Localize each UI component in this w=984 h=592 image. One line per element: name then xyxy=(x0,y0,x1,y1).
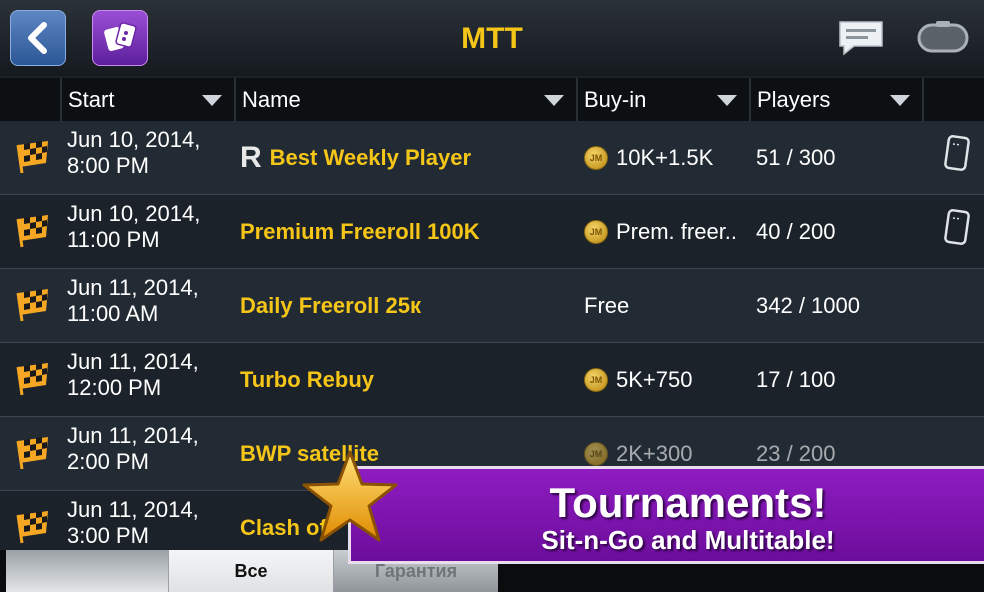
buyin: JM 5K+750 xyxy=(584,343,692,417)
table-row[interactable]: Jun 11, 2014, 12:00 PM Turbo Rebuy JM 5K… xyxy=(0,343,984,417)
start-time: Jun 11, 2014, 12:00 PM xyxy=(67,349,199,401)
start-date-text: Jun 10, 2014, xyxy=(67,127,201,152)
start-time: Jun 10, 2014, 8:00 PM xyxy=(67,127,200,179)
start-date-text: Jun 11, 2014, xyxy=(67,349,199,374)
buyin-text: 10K+1.5K xyxy=(616,145,714,170)
checkered-flag-icon xyxy=(16,511,48,544)
sort-triangle-icon xyxy=(202,95,222,106)
table-row[interactable]: Jun 10, 2014, 11:00 PM Premium Freeroll … xyxy=(0,195,984,269)
start-time-text: 12:00 PM xyxy=(67,375,162,400)
checkered-flag-icon xyxy=(16,437,48,470)
start-date-text: Jun 11, 2014, xyxy=(67,275,199,300)
column-label: Start xyxy=(68,87,115,112)
table-row[interactable]: Jun 11, 2014, 11:00 AM Daily Freeroll 25… xyxy=(0,269,984,343)
start-time-text: 8:00 PM xyxy=(67,153,149,178)
column-label: Name xyxy=(242,87,301,112)
coin-icon: JM xyxy=(584,368,608,392)
buyin-text: 5K+750 xyxy=(616,367,693,392)
start-date-text: Jun 11, 2014, xyxy=(67,497,199,522)
mobile-device-icon xyxy=(944,209,970,245)
mobile-device-icon xyxy=(944,135,970,171)
coin-icon: JM xyxy=(584,442,608,466)
promo-banner: Tournaments! Sit-n-Go and Multitable! xyxy=(348,466,984,564)
checkered-flag-icon xyxy=(16,289,48,322)
column-label: Players xyxy=(757,87,831,112)
start-date-text: Jun 10, 2014, xyxy=(67,201,201,226)
column-label: Buy-in xyxy=(584,87,647,112)
promo-subtitle: Sit-n-Go and Multitable! xyxy=(541,525,835,555)
column-header-buyin[interactable]: Buy-in xyxy=(576,78,749,121)
players-count: 17 / 100 xyxy=(756,367,836,392)
column-header-extra xyxy=(922,78,984,121)
start-time: Jun 11, 2014, 11:00 AM xyxy=(67,275,199,327)
tab-all[interactable]: Все xyxy=(168,550,334,592)
sort-triangle-icon xyxy=(544,95,564,106)
tournament-name: R Best Weekly Player xyxy=(240,121,471,195)
buyin: JM Prem. freer.. xyxy=(584,195,737,269)
promo-title: Tournaments! xyxy=(549,479,827,526)
column-header-players[interactable]: Players xyxy=(749,78,922,121)
start-time: Jun 10, 2014, 11:00 PM xyxy=(67,201,200,253)
column-header-name[interactable]: Name xyxy=(234,78,576,121)
checkered-flag-icon xyxy=(16,141,48,174)
table-row[interactable]: Jun 10, 2014, 8:00 PM R Best Weekly Play… xyxy=(0,121,984,195)
sort-triangle-icon xyxy=(890,95,910,106)
buyin-text: 2K+300 xyxy=(616,441,693,466)
start-time-text: 3:00 PM xyxy=(67,523,149,548)
players-count: 40 / 200 xyxy=(756,219,836,244)
buyin-text: Free xyxy=(584,293,630,318)
tournament-name-text: Best Weekly Player xyxy=(269,145,472,170)
buyin-text: Prem. freer.. xyxy=(616,219,738,244)
table-header: Start Name Buy-in Players xyxy=(0,78,984,121)
checkered-flag-icon xyxy=(16,363,48,396)
start-time: Jun 11, 2014, 2:00 PM xyxy=(67,423,199,475)
sort-triangle-icon xyxy=(717,95,737,106)
buyin: JM 10K+1.5K xyxy=(584,121,713,195)
chat-bubble-icon[interactable] xyxy=(836,18,886,58)
coin-icon: JM xyxy=(584,220,608,244)
star-icon xyxy=(302,450,398,542)
start-date-text: Jun 11, 2014, xyxy=(67,423,199,448)
tab-blank[interactable] xyxy=(6,550,168,592)
start-time-text: 11:00 AM xyxy=(67,301,159,326)
buyin: Free xyxy=(584,269,629,343)
coin-icon: JM xyxy=(584,146,608,170)
start-time: Jun 11, 2014, 3:00 PM xyxy=(67,497,199,549)
toggle-icon[interactable] xyxy=(916,20,970,56)
players-count: 51 / 300 xyxy=(756,145,836,170)
checkered-flag-icon xyxy=(16,215,48,248)
rebuy-r-icon: R xyxy=(240,141,262,174)
players-count: 342 / 1000 xyxy=(756,293,860,318)
tournament-name: Premium Freeroll 100K xyxy=(240,219,480,244)
tournament-name: Daily Freeroll 25к xyxy=(240,293,421,318)
tournament-name: Turbo Rebuy xyxy=(240,367,375,392)
column-header-start[interactable]: Start xyxy=(60,78,234,121)
start-time-text: 2:00 PM xyxy=(67,449,149,474)
start-time-text: 11:00 PM xyxy=(67,227,160,252)
